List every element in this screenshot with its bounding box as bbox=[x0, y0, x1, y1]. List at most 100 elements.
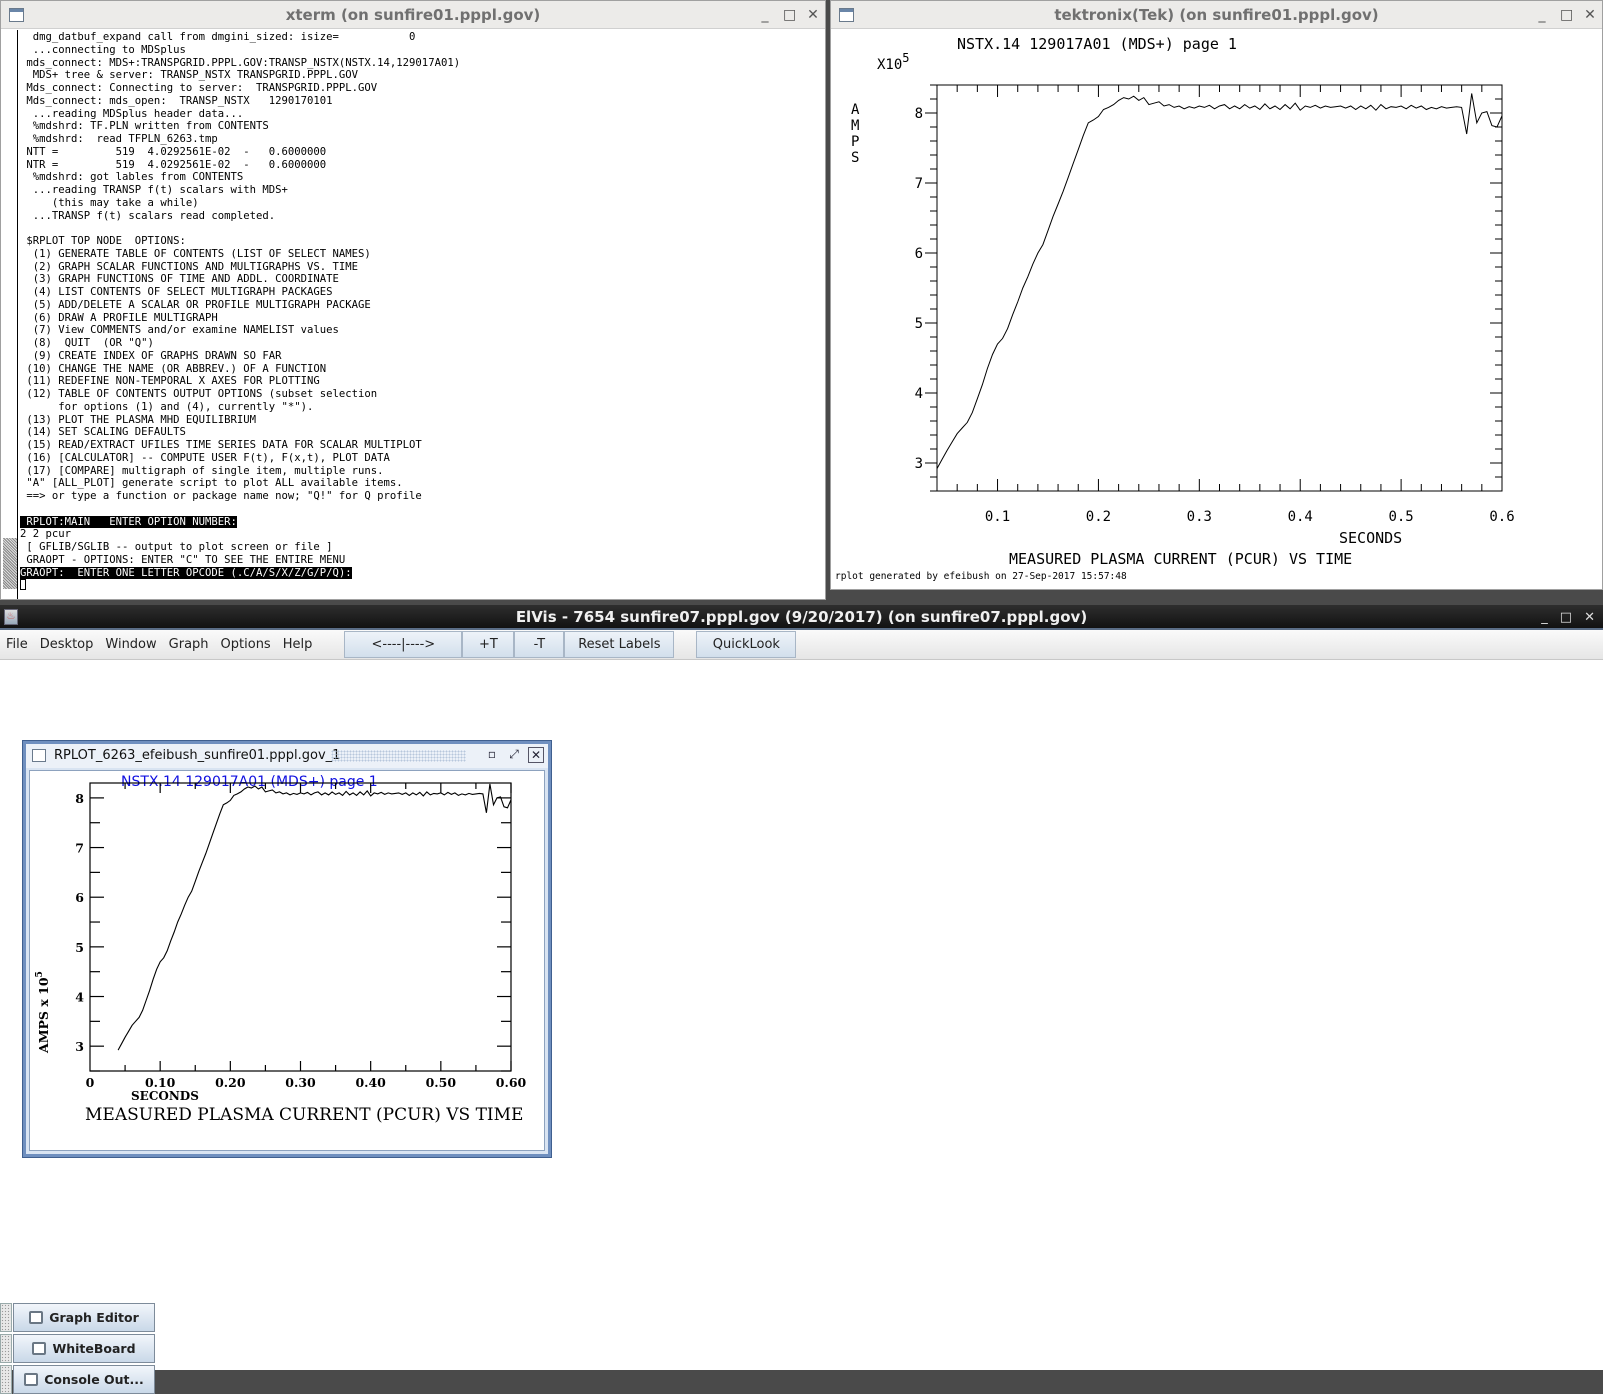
internal-frame-titlebar[interactable]: RPLOT_6263_efeibush_sunfire01.pppl.gov_1… bbox=[26, 744, 548, 768]
window-menu-icon[interactable] bbox=[839, 8, 854, 22]
reset-labels-button[interactable]: Reset Labels bbox=[564, 631, 675, 658]
terminal-line: (1) GENERATE TABLE OF CONTENTS (LIST OF … bbox=[20, 247, 371, 260]
xterm-titlebar[interactable]: xterm (on sunfire01.pppl.gov) _ □ ✕ bbox=[1, 1, 825, 29]
minimize-icon[interactable]: _ bbox=[1536, 1, 1548, 29]
terminal-line: ...TRANSP f(t) scalars read completed. bbox=[20, 209, 276, 222]
terminal-prompt-main: RPLOT:MAIN ENTER OPTION NUMBER: bbox=[20, 515, 237, 528]
terminal-output[interactable]: dmg_datbuf_expand call from dmgini_sized… bbox=[20, 30, 825, 599]
window-icon bbox=[29, 1311, 44, 1324]
terminal-line: ...reading MDSplus header data... bbox=[20, 107, 244, 120]
y-tick-label: 8 bbox=[75, 791, 84, 806]
elvis-caption: MEASURED PLASMA CURRENT (PCUR) VS TIME bbox=[85, 1105, 523, 1125]
titlebar-grip[interactable] bbox=[331, 750, 466, 762]
tek-x-axis-label: SECONDS bbox=[1339, 529, 1402, 547]
minimize-icon[interactable]: _ bbox=[759, 1, 771, 29]
whiteboard-button[interactable]: WhiteBoard bbox=[13, 1334, 155, 1363]
minus-t-button[interactable]: -T bbox=[514, 631, 565, 658]
terminal-line: %mdshrd: read TFPLN_6263.tmp bbox=[20, 133, 218, 145]
tek-pcur-line bbox=[936, 93, 1503, 469]
close-icon[interactable]: ✕ bbox=[1584, 1, 1596, 29]
terminal-line: %mdshrd: got lables from CONTENTS bbox=[20, 171, 244, 184]
elvis-titlebar[interactable]: ♨ ElVis - 7654 sunfire07.pppl.gov (9/20/… bbox=[0, 605, 1603, 630]
xterm-body[interactable]: dmg_datbuf_expand call from dmgini_sized… bbox=[1, 30, 825, 599]
terminal-line: (7) View COMMENTS and/or examine NAMELIS… bbox=[20, 324, 339, 337]
internal-frame-title: RPLOT_6263_efeibush_sunfire01.pppl.gov_1 bbox=[54, 748, 341, 763]
close-icon[interactable]: ✕ bbox=[528, 747, 544, 763]
terminal-line: (9) CREATE INDEX OF GRAPHS DRAWN SO FAR bbox=[20, 349, 282, 362]
graph-editor-label: Graph Editor bbox=[49, 1310, 139, 1325]
terminal-line: (17) [COMPARE] multigraph of single item… bbox=[20, 464, 384, 477]
x-tick-label: 0.10 bbox=[145, 1075, 176, 1090]
terminal-line: for options (1) and (4), currently "*"). bbox=[20, 400, 314, 413]
terminal-line: ==> or type a function or package name n… bbox=[20, 490, 422, 502]
quicklook-button[interactable]: QuickLook bbox=[696, 631, 797, 658]
terminal-line: (5) ADD/DELETE A SCALAR OR PROFILE MULTI… bbox=[20, 298, 371, 311]
drag-grip[interactable] bbox=[0, 1365, 12, 1394]
terminal-line: (16) [CALCULATOR] -- COMPUTE USER F(t), … bbox=[20, 451, 390, 464]
maximize-icon[interactable]: □ bbox=[1560, 1, 1573, 29]
tek-caption: MEASURED PLASMA CURRENT (PCUR) VS TIME bbox=[1009, 550, 1352, 568]
elvis-plot-canvas[interactable]: NSTX.14 129017A01 (MDS+) page 1 AMPS x 1… bbox=[29, 770, 545, 1151]
y-tick-label: 5 bbox=[75, 940, 84, 955]
plus-t-button[interactable]: +T bbox=[462, 631, 515, 658]
tek-footer: rplot generated by efeibush on 27-Sep-20… bbox=[835, 571, 1127, 582]
menu-help[interactable]: Help bbox=[277, 630, 319, 659]
minimize-icon[interactable]: _ bbox=[1541, 605, 1548, 630]
elvis-desktop: RPLOT_6263_efeibush_sunfire01.pppl.gov_1… bbox=[0, 663, 1603, 1394]
console-out-button[interactable]: Console Out... bbox=[13, 1365, 155, 1394]
close-icon[interactable]: ✕ bbox=[1584, 605, 1595, 630]
xterm-window: xterm (on sunfire01.pppl.gov) _ □ ✕ dmg_… bbox=[0, 0, 826, 600]
taskbar-item-console-out: Console Out... bbox=[0, 1365, 155, 1394]
x-tick-label: 0.6 bbox=[1489, 509, 1514, 525]
tek-titlebar[interactable]: tektronix(Tek) (on sunfire01.pppl.gov) _… bbox=[831, 1, 1602, 29]
terminal-user-input: 2 2 pcur bbox=[20, 528, 72, 541]
iconify-icon[interactable]: ▫ bbox=[484, 747, 500, 763]
drag-grip[interactable] bbox=[0, 1334, 12, 1363]
terminal-line: NTT = 519 4.0292561E-02 - 0.6000000 bbox=[20, 145, 327, 158]
menu-file[interactable]: File bbox=[0, 630, 34, 659]
tek-plot: NSTX.14 129017A01 (MDS+) page 1 X105 AMP… bbox=[835, 35, 1515, 582]
y-tick-label: 6 bbox=[75, 890, 84, 905]
window-icon bbox=[32, 1342, 47, 1355]
terminal-line: ...connecting to MDSplus bbox=[20, 43, 186, 56]
terminal-line: (6) DRAW A PROFILE MULTIGRAPH bbox=[20, 311, 218, 324]
terminal-line: (11) REDEFINE NON-TEMPORAL X AXES FOR PL… bbox=[20, 375, 320, 388]
terminal-line: $RPLOT TOP NODE OPTIONS: bbox=[20, 235, 186, 247]
java-icon: ♨ bbox=[4, 609, 18, 625]
tek-y-multiplier: X105 bbox=[877, 51, 910, 73]
terminal-line: ...reading TRANSP f(t) scalars with MDS+ bbox=[20, 184, 288, 196]
whiteboard-label: WhiteBoard bbox=[52, 1341, 136, 1356]
menu-options[interactable]: Options bbox=[215, 630, 277, 659]
terminal-line: mds_connect: MDS+:TRANSPGRID.PPPL.GOV:TR… bbox=[20, 56, 461, 69]
x-tick-label: 0.2 bbox=[1086, 509, 1111, 525]
maximize-icon[interactable]: □ bbox=[1560, 605, 1572, 630]
y-tick-label: 3 bbox=[75, 1039, 84, 1054]
terminal-line: (10) CHANGE THE NAME (OR ABBREV.) OF A F… bbox=[20, 362, 327, 375]
menu-desktop[interactable]: Desktop bbox=[34, 630, 100, 659]
terminal-line: (8) QUIT (OR "Q") bbox=[20, 337, 154, 349]
xterm-scroll-thumb[interactable] bbox=[3, 538, 17, 589]
x-tick-label: 0.1 bbox=[985, 509, 1010, 525]
taskbar-item-whiteboard: WhiteBoard bbox=[0, 1334, 155, 1363]
x-tick-label: 0.20 bbox=[215, 1075, 246, 1090]
pan-button[interactable]: <----|----> bbox=[344, 631, 463, 658]
drag-grip[interactable] bbox=[0, 1303, 12, 1332]
xterm-scrollbar[interactable] bbox=[1, 30, 18, 599]
window-menu-icon[interactable] bbox=[9, 8, 24, 22]
maximize-icon[interactable]: ⤢ bbox=[506, 747, 522, 763]
graph-editor-button[interactable]: Graph Editor bbox=[13, 1303, 155, 1332]
rplot-internal-frame: RPLOT_6263_efeibush_sunfire01.pppl.gov_1… bbox=[23, 741, 551, 1157]
tek-y-label-char: P bbox=[851, 134, 859, 150]
close-icon[interactable]: ✕ bbox=[807, 1, 819, 29]
maximize-icon[interactable]: □ bbox=[783, 1, 796, 29]
menu-window[interactable]: Window bbox=[99, 630, 162, 659]
elvis-plot: NSTX.14 129017A01 (MDS+) page 1 AMPS x 1… bbox=[35, 774, 527, 1125]
tek-plot-frame bbox=[936, 84, 1503, 492]
menu-graph[interactable]: Graph bbox=[163, 630, 215, 659]
terminal-cursor-line[interactable] bbox=[20, 579, 825, 592]
tek-y-label-char: M bbox=[851, 118, 859, 134]
elvis-y-axis-label: AMPS x 105 bbox=[35, 971, 51, 1054]
terminal-line: Mds_connect: mds_open: TRANSP_NSTX 12901… bbox=[20, 94, 333, 107]
